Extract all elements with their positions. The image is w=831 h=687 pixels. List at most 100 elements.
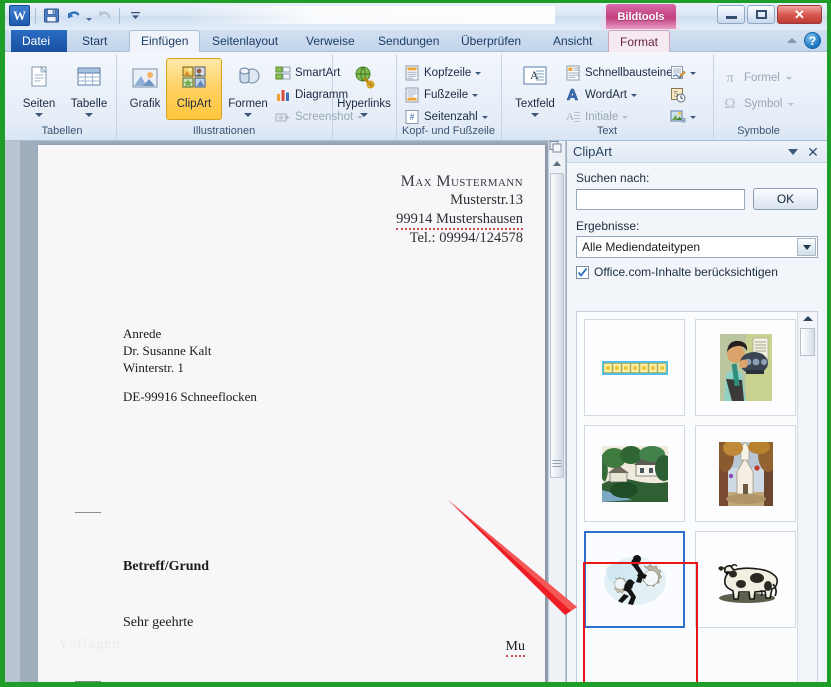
help-icon[interactable]: ? (804, 32, 821, 49)
kopfzeile-dropdown-icon[interactable] (475, 72, 481, 75)
tabelle-dropdown-icon[interactable] (85, 113, 93, 117)
seitenzahl-dropdown-icon[interactable] (482, 116, 488, 119)
tab-ueberpruefen[interactable]: Überprüfen (450, 30, 532, 52)
close-icon[interactable]: ✕ (805, 144, 821, 160)
clipart-pane-header: ClipArt ✕ (567, 141, 827, 163)
textfeld-dropdown-icon[interactable] (531, 113, 539, 117)
ribbon-tab-strip[interactable]: Datei Start Einfügen Seitenlayout Verwei… (5, 30, 827, 52)
ribbon-group-symbole-label: Symbole (714, 125, 803, 137)
screenshot-icon (275, 109, 291, 125)
recipient-spacer (123, 376, 257, 388)
recipient-street: Winterstr. 1 (123, 359, 257, 376)
tab-format[interactable]: Format (608, 30, 670, 52)
fusszeile-dropdown-icon[interactable] (472, 94, 478, 97)
media-type-select[interactable]: Alle Mediendateitypen (576, 236, 818, 258)
ribbon-group-kopf-fusszeile: Kopfzeile Fußzeile # Seitenzahl (397, 54, 502, 139)
ribbon-item-fusszeile[interactable]: Fußzeile (404, 85, 478, 105)
minimize-icon[interactable] (717, 5, 745, 24)
ribbon-button-textfeld-label: Textfeld (515, 98, 555, 110)
formen-dropdown-icon[interactable] (244, 113, 252, 117)
tab-datei[interactable]: Datei (11, 30, 67, 52)
ribbon-button-seiten-label: Seiten (23, 98, 56, 110)
results-scrollbar[interactable] (797, 312, 817, 682)
ribbon-item-signaturzeile[interactable] (670, 63, 696, 83)
ribbon-group-tabellen-label: Tabellen (9, 125, 115, 137)
tab-seitenlayout[interactable]: Seitenlayout (201, 30, 289, 52)
ribbon-button-clipart-label: ClipArt (177, 98, 212, 110)
ribbon-button-grafik[interactable]: Grafik (117, 58, 173, 120)
undo-dropdown-icon[interactable] (86, 18, 92, 21)
chevron-down-icon[interactable] (797, 238, 816, 256)
ribbon-item-kopfzeile[interactable]: Kopfzeile (404, 63, 481, 83)
restore-icon[interactable] (747, 5, 775, 24)
seiten-dropdown-icon[interactable] (35, 113, 43, 117)
document-vertical-scrollbar[interactable] (548, 141, 565, 682)
clipart-results-grid (577, 312, 797, 682)
scrollbar-grip (553, 458, 562, 469)
results-scrollbar-thumb[interactable] (800, 328, 815, 356)
tab-ansicht[interactable]: Ansicht (542, 30, 603, 52)
include-office-row[interactable]: Office.com-Inhalte berücksichtigen (576, 265, 818, 279)
collapse-ribbon-icon[interactable] (787, 38, 797, 43)
close-icon[interactable]: ✕ (777, 5, 822, 24)
shapes-icon (232, 63, 264, 95)
ribbon-button-clipart[interactable]: ClipArt (166, 58, 222, 120)
media-type-value: Alle Mediendateitypen (582, 240, 700, 254)
date-time-icon: 5 (670, 87, 686, 103)
hyperlinks-dropdown-icon[interactable] (360, 113, 368, 117)
customize-qat-icon[interactable] (125, 6, 145, 26)
search-input[interactable] (576, 189, 745, 210)
ribbon-group-symbole: π Formel Ω Symbol Symbole (714, 54, 804, 139)
ribbon-item-smartart[interactable]: SmartArt (275, 63, 340, 83)
ribbon-button-seiten[interactable]: Seiten (11, 58, 67, 120)
tab-einfuegen[interactable]: Einfügen (129, 30, 200, 52)
clipart-result-cell[interactable] (584, 319, 685, 416)
undo-icon[interactable] (63, 6, 83, 26)
recipient-salutation: Anrede (123, 325, 257, 342)
window-buttons[interactable]: ✕ (715, 5, 822, 24)
ribbon-item-schnellbausteine[interactable]: Schnellbausteine (565, 63, 683, 83)
chevron-down-icon[interactable] (785, 144, 801, 160)
qat-divider-2 (119, 8, 120, 24)
clipart-result-cell[interactable] (584, 425, 685, 522)
ok-button[interactable]: OK (753, 188, 818, 210)
tab-sendungen[interactable]: Sendungen (367, 30, 450, 52)
include-office-checkbox[interactable] (576, 266, 589, 279)
quick-access-toolbar[interactable]: W (9, 5, 145, 26)
ribbon-button-textfeld[interactable]: A Textfeld (507, 58, 563, 120)
ribbon-group-illustrationen: Grafik ClipArt (117, 54, 333, 139)
ribbon-item-datum-uhrzeit[interactable]: 5 (670, 85, 686, 105)
ribbon: Seiten Tabelle Tabellen (5, 52, 827, 141)
save-icon[interactable] (41, 6, 61, 26)
ribbon-item-seitenzahl[interactable]: # Seitenzahl (404, 107, 488, 127)
signaturzeile-dropdown-icon[interactable] (690, 72, 696, 75)
title-bar: W (5, 3, 827, 30)
tab-verweise[interactable]: Verweise (295, 30, 366, 52)
ribbon-item-wordart[interactable]: WordArt (565, 85, 637, 105)
ribbon-button-formen[interactable]: Formen (220, 58, 276, 120)
include-office-label: Office.com-Inhalte berücksichtigen (594, 265, 778, 279)
word-icon[interactable]: W (9, 5, 30, 26)
scroll-up-button[interactable] (549, 155, 565, 171)
wordart-dropdown-icon[interactable] (631, 94, 637, 97)
scrollbar-thumb[interactable] (550, 173, 564, 478)
clipart-result-cell[interactable] (695, 425, 796, 522)
ribbon-button-tabelle[interactable]: Tabelle (61, 58, 117, 120)
clipart-result-cell[interactable] (695, 531, 796, 628)
document-page[interactable]: Max Mustermann Musterstr.13 99914 Muster… (38, 145, 545, 682)
formel-dropdown-icon (786, 77, 792, 80)
tab-start[interactable]: Start (71, 30, 118, 52)
ribbon-button-formen-label: Formen (228, 98, 268, 110)
ribbon-help-area[interactable]: ? (787, 32, 821, 49)
ribbon-item-objekt[interactable] (670, 107, 696, 127)
letterhead-phone: Tel.: 09994/124578 (396, 229, 523, 248)
results-scroll-up-button[interactable] (798, 316, 817, 321)
select-browse-object-icon[interactable] (548, 140, 563, 154)
clipart-result-cell[interactable] (695, 319, 796, 416)
word-window: W (5, 3, 827, 682)
clipart-result-cell-selected[interactable] (584, 531, 685, 628)
ribbon-button-hyperlinks[interactable]: Hyperlinks (336, 58, 392, 120)
objekt-dropdown-icon[interactable] (690, 116, 696, 119)
recipient-name: Dr. Susanne Kalt (123, 342, 257, 359)
ribbon-item-initiale: A Initiale (565, 107, 628, 127)
